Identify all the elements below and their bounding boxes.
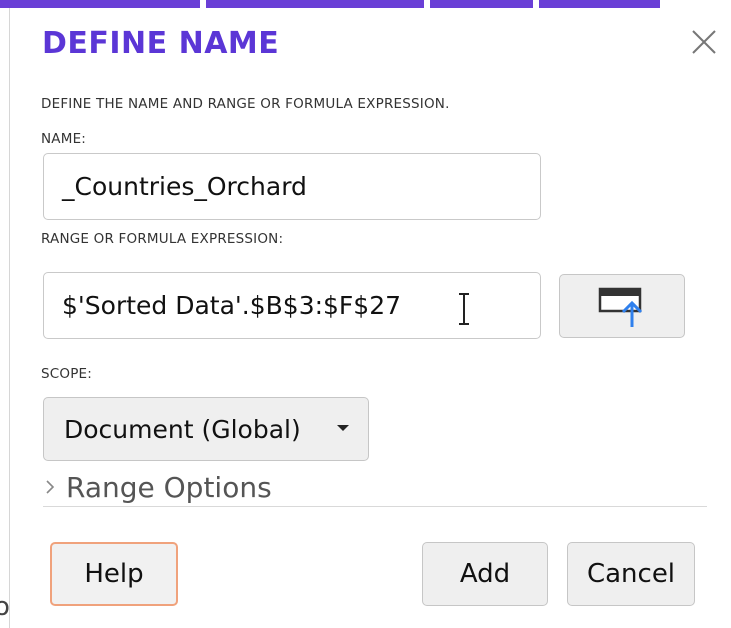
define-name-dialog: DEFINE NAME DEFINE THE NAME AND RANGE OR… — [10, 8, 731, 628]
scope-label: SCOPE: — [41, 366, 93, 382]
close-icon — [692, 30, 716, 54]
dialog-title: DEFINE NAME — [42, 26, 280, 61]
background-toolbar-strip — [0, 0, 731, 8]
toolbar-separator — [533, 0, 539, 8]
shrink-dialog-button[interactable] — [559, 274, 685, 338]
toolbar-separator — [200, 0, 206, 8]
range-label: RANGE OR FORMULA EXPRESSION: — [41, 231, 284, 247]
dialog-description: DEFINE THE NAME AND RANGE OR FORMULA EXP… — [41, 96, 450, 112]
toolbar-separator — [424, 0, 430, 8]
scope-dropdown[interactable]: Document (Global) — [43, 397, 369, 461]
name-input-value: _Countries_Orchard — [62, 172, 307, 201]
background-text-fragment: o — [0, 592, 10, 622]
chevron-down-icon — [337, 425, 349, 431]
range-options-label: Range Options — [66, 470, 272, 504]
toolbar-separator — [660, 0, 731, 8]
text-cursor-icon — [459, 293, 469, 325]
scope-dropdown-value: Document (Global) — [64, 414, 301, 444]
name-label: NAME: — [41, 131, 87, 147]
help-button[interactable]: Help — [50, 542, 178, 606]
cancel-button[interactable]: Cancel — [567, 542, 695, 606]
name-input[interactable]: _Countries_Orchard — [43, 153, 541, 220]
shrink-dialog-icon — [598, 287, 643, 327]
chevron-right-icon — [46, 480, 55, 494]
range-input-value: $'Sorted Data'.$B$3:$F$27 — [62, 291, 402, 320]
close-button[interactable] — [686, 24, 722, 60]
add-button[interactable]: Add — [422, 542, 548, 606]
divider — [43, 506, 707, 507]
range-options-expander[interactable]: Range Options — [40, 470, 272, 504]
